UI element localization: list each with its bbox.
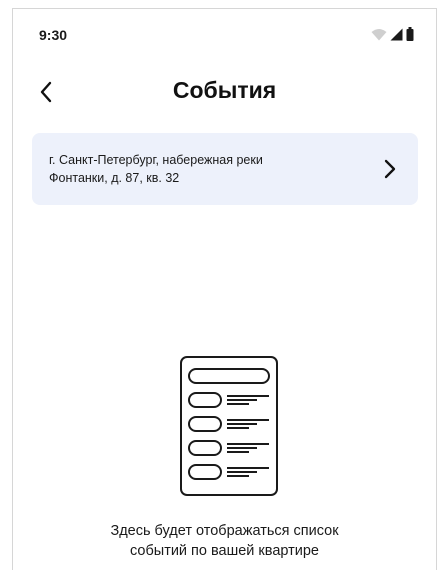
wifi-icon (371, 29, 387, 41)
address-line-1: г. Санкт-Петербург, набережная реки (49, 153, 263, 167)
address-line-2: Фонтанки, д. 87, кв. 32 (49, 171, 180, 185)
empty-state-line-2: событий по вашей квартире (129, 543, 319, 559)
status-bar: 9:30 (13, 9, 436, 59)
address-text: г. Санкт-Петербург, набережная реки Фонт… (49, 151, 349, 187)
chevron-right-icon (384, 159, 396, 179)
phone-screen: 9:30 События г. Санкт-Петербург, набереж… (12, 8, 437, 570)
page-title: События (172, 77, 277, 103)
signal-icon (390, 28, 403, 41)
battery-icon (406, 27, 414, 41)
empty-state-text: Здесь будет отображаться список событий … (53, 521, 396, 561)
status-time: 9:30 (39, 27, 68, 43)
status-icons (371, 27, 414, 41)
document-list-icon (180, 356, 278, 496)
address-card[interactable]: г. Санкт-Петербург, набережная реки Фонт… (32, 133, 418, 205)
empty-state-line-1: Здесь будет отображаться список (110, 523, 339, 539)
header: События (13, 71, 436, 115)
